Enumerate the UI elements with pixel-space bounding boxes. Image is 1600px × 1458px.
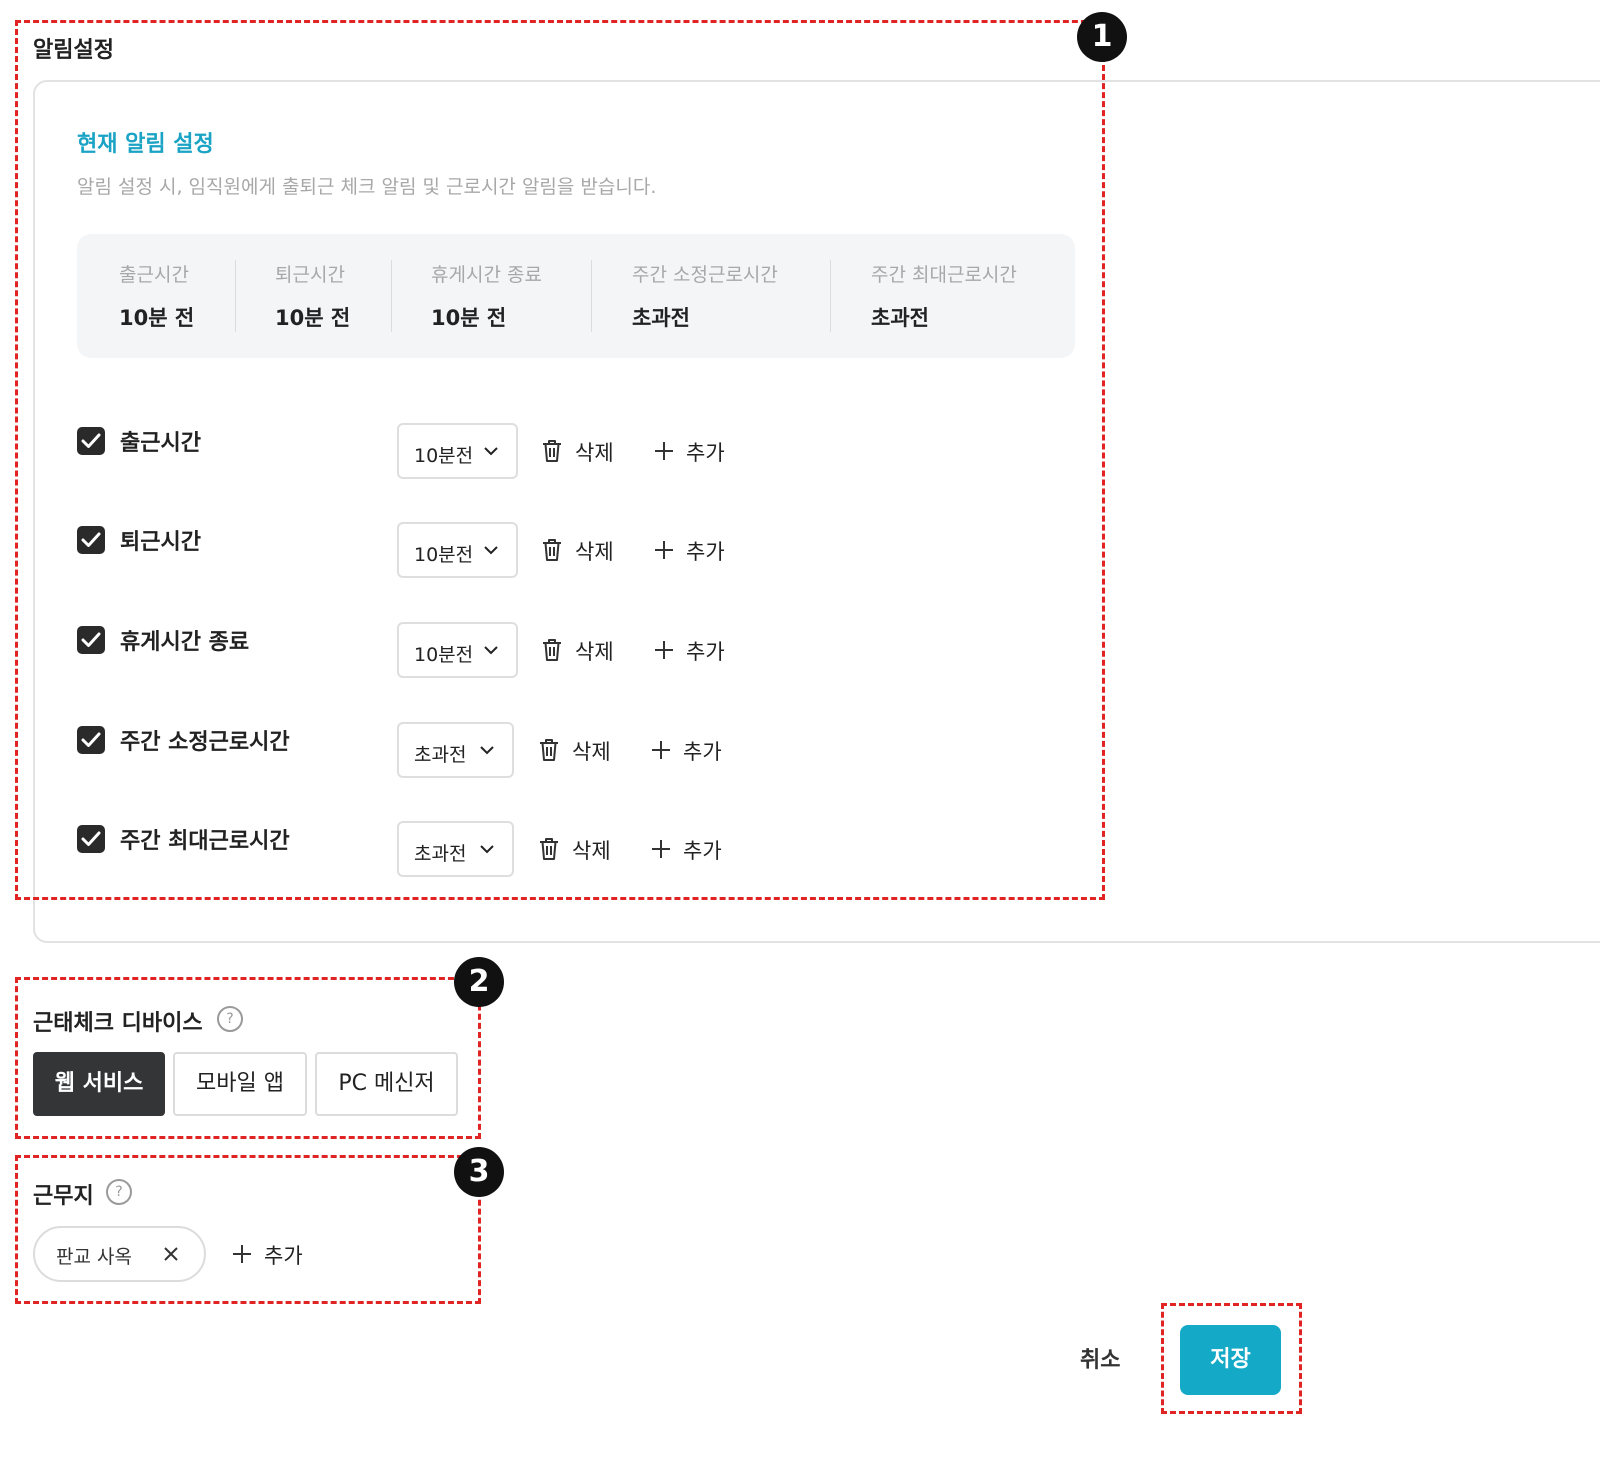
- annotation-badge-2: 2: [454, 957, 504, 1007]
- annotation-box-3: [15, 1155, 481, 1304]
- cancel-button[interactable]: 취소: [1080, 1342, 1120, 1374]
- annotation-box-1: [15, 20, 1105, 900]
- annotation-box-2: [15, 977, 481, 1139]
- annotation-badge-3: 3: [454, 1147, 504, 1197]
- annotation-badge-1: 1: [1077, 12, 1127, 62]
- annotation-box-save: [1161, 1303, 1302, 1414]
